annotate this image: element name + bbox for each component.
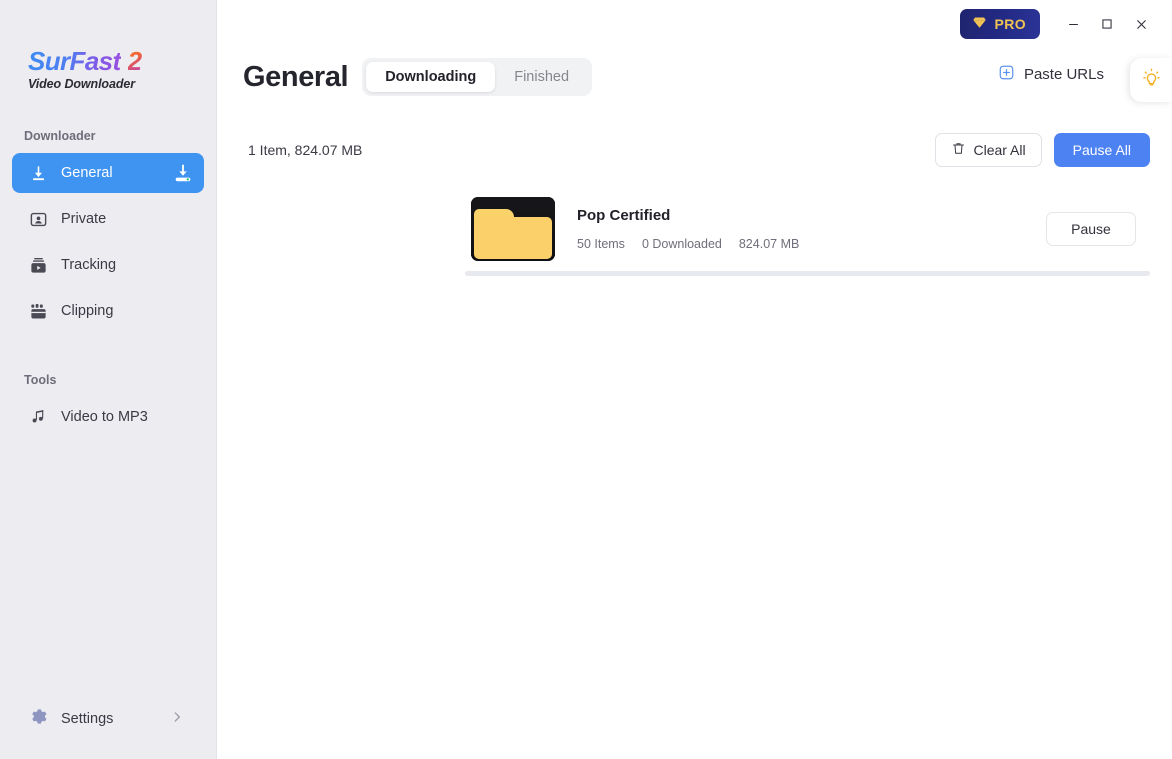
tab-finished[interactable]: Finished (495, 62, 588, 92)
pro-badge[interactable]: PRO (960, 9, 1040, 39)
plus-square-icon (998, 64, 1015, 85)
sidebar-item-label: Video to MP3 (61, 409, 148, 425)
diamond-icon (971, 14, 988, 34)
minimize-icon[interactable] (1056, 9, 1090, 39)
sidebar-item-clipping[interactable]: Clipping (12, 291, 204, 331)
download-tray-icon (172, 162, 194, 184)
pro-label: PRO (994, 16, 1026, 32)
logo-version: 2 (127, 46, 143, 76)
clipping-film-icon (27, 302, 49, 321)
pause-all-button[interactable]: Pause All (1053, 133, 1150, 167)
download-meta: 50 Items 0 Downloaded 824.07 MB (577, 237, 1046, 251)
folder-icon (471, 197, 555, 261)
pause-item-button[interactable]: Pause (1046, 212, 1136, 246)
download-downloaded-count: 0 Downloaded (641, 237, 722, 251)
download-action: Pause (1046, 212, 1136, 246)
download-title: Pop Certified (577, 207, 671, 224)
sidebar-item-settings[interactable]: Settings (12, 701, 204, 737)
download-size: 824.07 MB (738, 237, 800, 251)
progress-bar (465, 271, 1150, 276)
sidebar-item-general[interactable]: General (12, 153, 204, 193)
app-logo: SurFast 2 Video Downloader (0, 0, 216, 91)
chevron-right-icon (170, 710, 184, 729)
sidebar-item-label: Tracking (61, 257, 117, 273)
tab-group: Downloading Finished (362, 58, 593, 96)
clear-all-label: Clear All (973, 142, 1026, 158)
titlebar: PRO (217, 0, 1172, 48)
sidebar-section-tools: Tools (24, 373, 57, 387)
tracking-video-icon (27, 256, 49, 275)
download-list: Pop Certified 50 Items 0 Downloaded 824.… (465, 190, 1150, 276)
logo-subtitle: Video Downloader (28, 77, 135, 91)
download-arrow-icon (27, 164, 49, 183)
paste-urls-label: Paste URLs (1023, 66, 1104, 83)
sidebar: SurFast 2 Video Downloader Downloader Gen… (0, 0, 217, 759)
page-title: General (243, 60, 349, 93)
sidebar-item-label: General (61, 165, 113, 181)
trash-icon (951, 141, 966, 159)
settings-label: Settings (61, 711, 114, 727)
sidebar-item-private[interactable]: Private (12, 199, 204, 239)
main-content: PRO General Downloading Finished Paste U… (217, 0, 1172, 759)
items-summary: 1 Item, 824.07 MB (248, 142, 363, 158)
close-icon[interactable] (1124, 9, 1158, 39)
gear-icon (29, 707, 48, 731)
private-person-icon (27, 210, 49, 229)
maximize-icon[interactable] (1090, 9, 1124, 39)
download-items-count: 50 Items (577, 237, 625, 251)
sidebar-item-video-to-mp3[interactable]: Video to MP3 (12, 397, 204, 437)
toolbar-actions: Clear All Pause All (935, 133, 1150, 167)
music-note-icon (27, 408, 49, 426)
folder-shape (474, 209, 552, 259)
sidebar-item-label: Clipping (61, 303, 114, 319)
folder-body (474, 217, 552, 259)
app-window: SurFast 2 Video Downloader Downloader Gen… (0, 0, 1172, 759)
sidebar-item-tracking[interactable]: Tracking (12, 245, 204, 285)
list-toolbar: 1 Item, 824.07 MB Clear All Pause All (248, 133, 1150, 167)
clear-all-button[interactable]: Clear All (935, 133, 1042, 167)
sidebar-section-downloader: Downloader (24, 129, 96, 143)
sidebar-item-label: Private (61, 211, 107, 227)
tab-downloading[interactable]: Downloading (366, 62, 496, 92)
lightbulb-icon (1142, 68, 1161, 92)
paste-urls-button[interactable]: Paste URLs (998, 64, 1104, 85)
tip-lightbulb-button[interactable] (1130, 58, 1172, 102)
download-info: Pop Certified 50 Items 0 Downloaded 824.… (577, 207, 1046, 251)
download-row[interactable]: Pop Certified 50 Items 0 Downloaded 824.… (465, 190, 1150, 268)
logo-name: SurFast (28, 46, 121, 76)
